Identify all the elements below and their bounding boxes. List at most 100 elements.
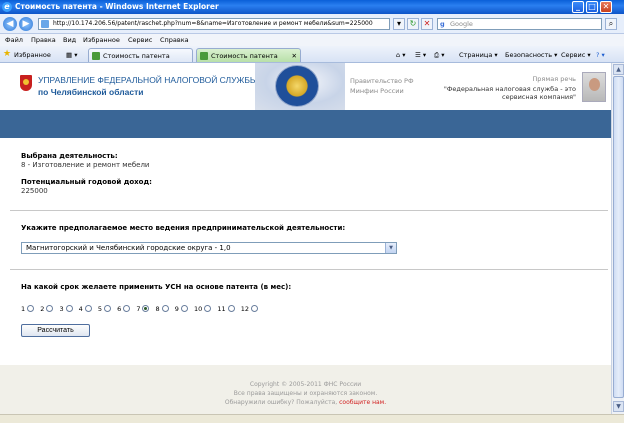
favorites-star-icon[interactable]: ★ [3, 49, 11, 59]
radio-button[interactable] [227, 305, 235, 312]
print-icon[interactable]: ⎙ ▾ [434, 51, 445, 60]
calculate-button[interactable]: Рассчитать [21, 324, 90, 337]
tab-favicon [200, 52, 208, 60]
month-option-9[interactable]: 9 [175, 305, 188, 313]
address-url: http://10.174.206.56/patent/raschet.php?… [53, 20, 373, 27]
radio-button[interactable] [161, 305, 169, 312]
home-icon[interactable]: ⌂ ▾ [396, 51, 405, 59]
radio-button[interactable] [180, 305, 188, 312]
favorites-label[interactable]: Избранное [14, 51, 51, 59]
page-content: УПРАВЛЕНИЕ ФЕДЕРАЛЬНОЙ НАЛОГОВОЙ СЛУЖБЫ … [0, 63, 611, 414]
tab-favicon [92, 52, 100, 60]
rights-text: Все права защищены и охраняются законом. [233, 390, 378, 397]
tab-label: Стоимость патента [103, 52, 170, 60]
radio-button-selected[interactable] [142, 305, 150, 312]
activity-label: Выбрана деятельность: [21, 152, 118, 160]
error-report-link[interactable]: сообщите нам. [339, 399, 386, 406]
error-text: Обнаружили ошибку? Пожалуйста, [224, 399, 338, 406]
radio-button[interactable] [84, 305, 92, 312]
gov-link[interactable]: Правительство РФ [350, 77, 414, 85]
tool-security[interactable]: Безопасность ▾ [505, 51, 557, 59]
chelyabinsk-emblem-icon [20, 75, 32, 91]
month-option-5[interactable]: 5 [98, 305, 112, 313]
back-button[interactable]: ◀ [3, 17, 17, 31]
activity-value: 8 - Изготовление и ремонт мебели [21, 161, 150, 169]
close-window-button[interactable]: ✕ [600, 1, 612, 13]
scroll-up-icon[interactable]: ▲ [613, 64, 624, 75]
window-title: Стоимость патента - Windows Internet Exp… [15, 2, 219, 11]
radio-button[interactable] [104, 305, 112, 312]
tab-bar: ★ Избранное ▦ ▾ Стоимость патента Стоимо… [0, 46, 624, 63]
tab-cost-1[interactable]: Стоимость патента [88, 48, 193, 62]
radio-button[interactable] [46, 305, 54, 312]
vertical-scrollbar[interactable]: ▲ ▼ [611, 63, 624, 414]
month-option-12[interactable]: 12 [241, 305, 258, 313]
month-option-2[interactable]: 2 [40, 305, 54, 313]
quote-line: "Федеральная налоговая служба - это [443, 85, 576, 93]
month-number: 10 [193, 305, 203, 313]
org-region: по Челябинской области [38, 87, 144, 97]
month-option-1[interactable]: 1 [21, 305, 35, 313]
tool-page[interactable]: Страница ▾ [459, 51, 498, 59]
forward-button[interactable]: ▶ [19, 17, 33, 31]
place-select[interactable]: Магнитогорский и Челябинский городские о… [21, 242, 397, 254]
close-tab-icon[interactable]: ✕ [292, 52, 297, 60]
income-label: Потенциальный годовой доход: [21, 178, 152, 186]
quick-tabs-icon[interactable]: ▦ ▾ [66, 51, 77, 59]
stop-icon[interactable]: ✕ [421, 18, 433, 30]
menu-tools[interactable]: Сервис [128, 36, 152, 44]
month-option-3[interactable]: 3 [59, 305, 73, 313]
month-number: 7 [136, 305, 141, 313]
copyright-text: Copyright © 2005-2011 ФНС России [249, 381, 362, 388]
search-placeholder: Google [450, 20, 473, 28]
search-input[interactable]: g Google [437, 18, 602, 30]
site-header: УПРАВЛЕНИЕ ФЕДЕРАЛЬНОЙ НАЛОГОВОЙ СЛУЖБЫ … [0, 63, 611, 110]
menu-edit[interactable]: Правка [31, 36, 56, 44]
fns-seal-icon [275, 65, 319, 107]
month-number: 1 [21, 305, 26, 313]
menu-file[interactable]: Файл [5, 36, 23, 44]
month-option-4[interactable]: 4 [79, 305, 92, 313]
search-go-icon[interactable]: ⌕ [605, 18, 617, 30]
divider [10, 210, 608, 211]
menu-bar: Файл Правка Вид Избранное Сервис Справка [0, 34, 624, 46]
scroll-thumb[interactable] [613, 76, 624, 398]
speech-title: Прямая речь [532, 75, 576, 83]
month-number: 3 [59, 305, 64, 313]
menu-favorites[interactable]: Избранное [83, 36, 120, 44]
month-number: 12 [240, 305, 249, 313]
refresh-icon[interactable]: ↻ [407, 18, 419, 30]
header-blue-bar [0, 110, 611, 138]
scroll-down-icon[interactable]: ▼ [613, 401, 624, 412]
google-icon: g [440, 20, 445, 28]
minfin-link[interactable]: Минфин России [350, 87, 404, 95]
month-option-7[interactable]: 7 [136, 305, 150, 313]
site-footer: Copyright © 2005-2011 ФНС России Все пра… [0, 365, 611, 414]
radio-button[interactable] [27, 305, 35, 312]
radio-button[interactable] [250, 305, 258, 312]
month-option-11[interactable]: 11 [217, 305, 235, 313]
tab-label: Стоимость патента [211, 52, 278, 60]
menu-help[interactable]: Справка [160, 36, 189, 44]
month-option-8[interactable]: 8 [156, 305, 169, 313]
help-icon[interactable]: ? ▾ [596, 51, 605, 59]
address-dropdown-button[interactable]: ▾ [393, 18, 405, 30]
status-bar [0, 414, 624, 423]
menu-view[interactable]: Вид [63, 36, 76, 44]
ie-logo-icon: e [2, 2, 12, 12]
minimize-button[interactable]: _ [572, 1, 584, 13]
tool-service[interactable]: Сервис ▾ [561, 51, 591, 59]
month-option-10[interactable]: 10 [193, 305, 212, 313]
tab-cost-2[interactable]: Стоимость патента ✕ [196, 48, 301, 62]
chevron-down-icon[interactable]: ▼ [385, 243, 396, 253]
month-number: 8 [155, 305, 160, 313]
month-option-6[interactable]: 6 [117, 305, 131, 313]
maximize-button[interactable]: □ [586, 1, 598, 13]
radio-button[interactable] [204, 305, 212, 312]
radio-button[interactable] [65, 305, 73, 312]
address-input[interactable]: http://10.174.206.56/patent/raschet.php?… [38, 18, 390, 30]
radio-button[interactable] [123, 305, 131, 312]
divider [10, 269, 608, 270]
org-title: УПРАВЛЕНИЕ ФЕДЕРАЛЬНОЙ НАЛОГОВОЙ СЛУЖБЫ [38, 75, 258, 85]
feeds-icon[interactable]: ☰ ▾ [415, 51, 426, 59]
